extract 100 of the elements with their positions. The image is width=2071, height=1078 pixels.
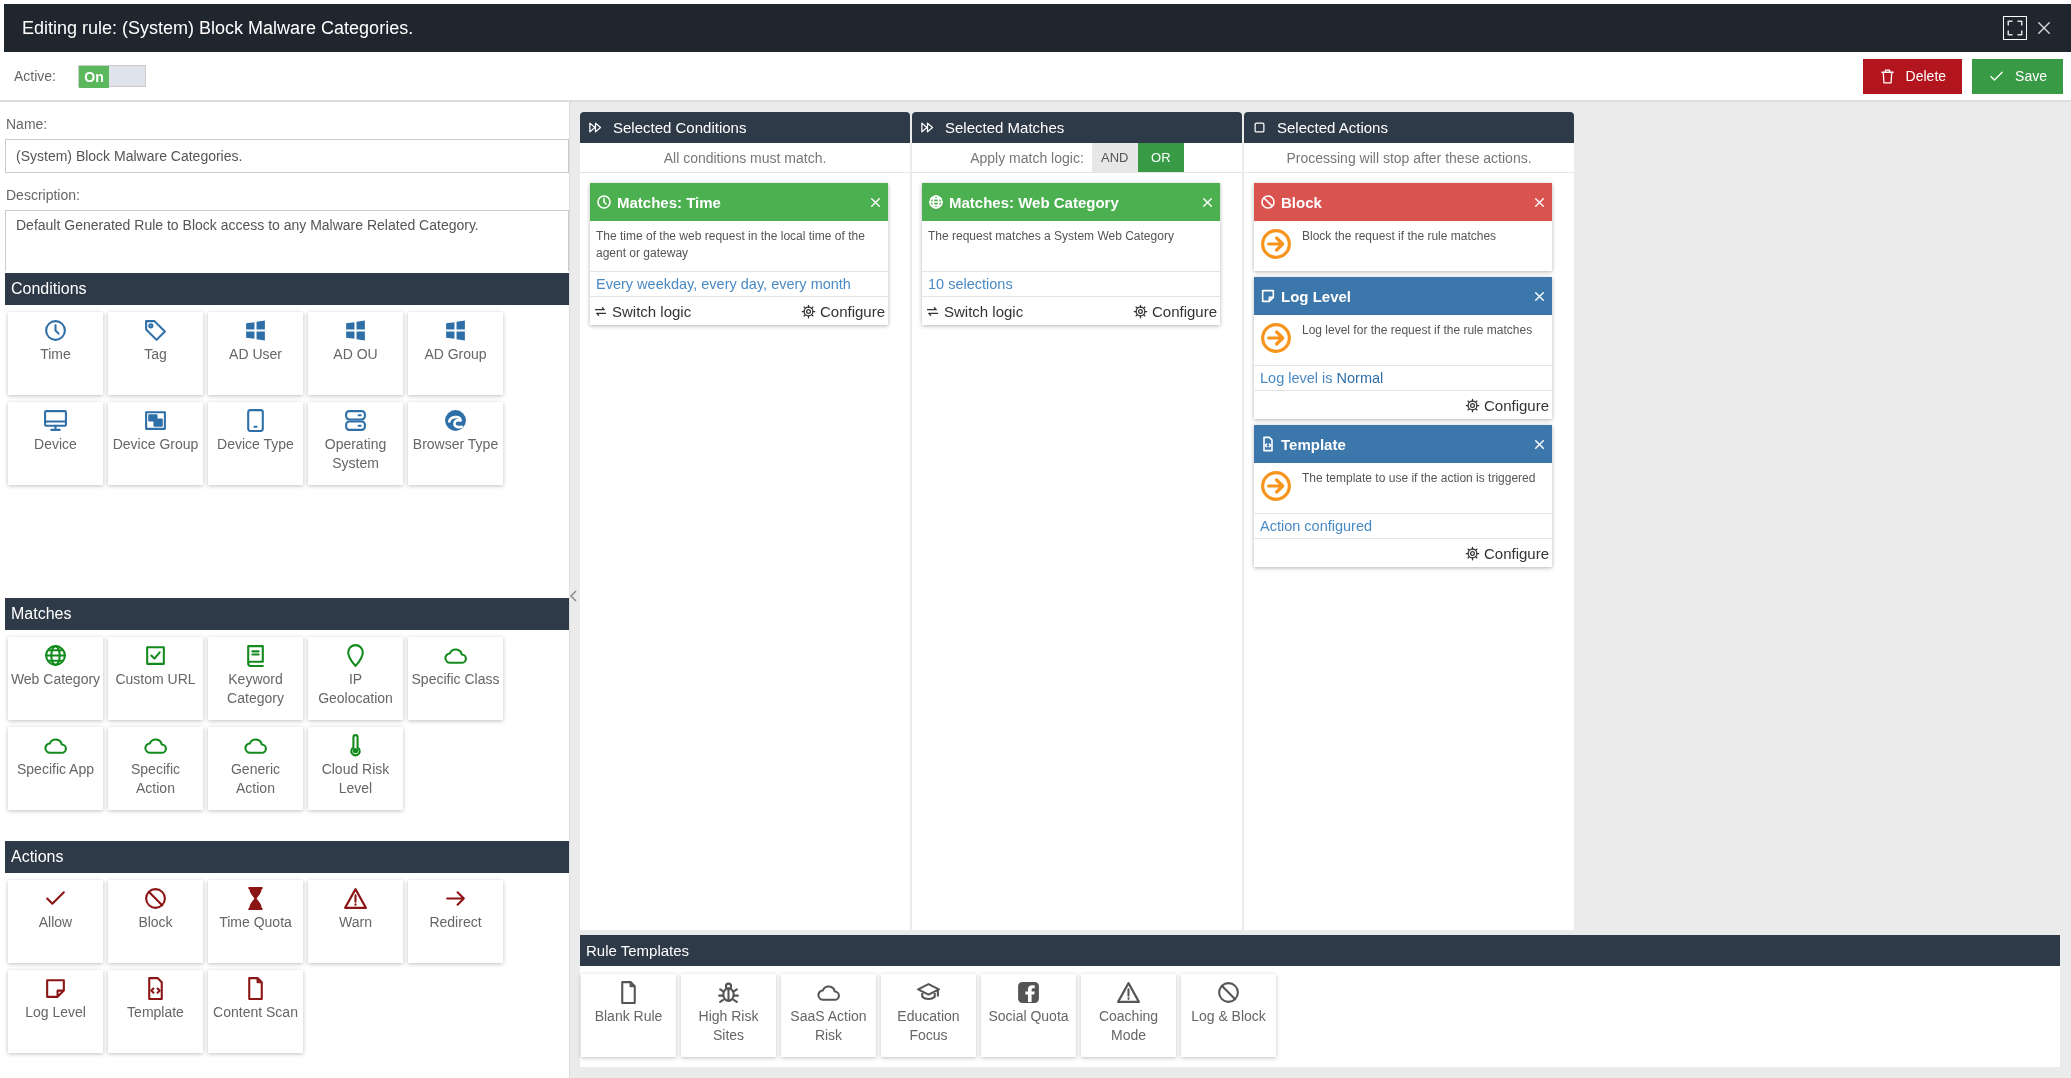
rule-preset-tile[interactable]: Log & Block: [1181, 974, 1276, 1057]
palette-tile[interactable]: AD OU: [308, 312, 403, 395]
settings-icon: [800, 303, 816, 319]
palette-tile[interactable]: Device: [8, 402, 103, 485]
prohibited-icon: [143, 886, 168, 911]
note-icon: [43, 976, 68, 1001]
palette-tile[interactable]: Redirect: [408, 880, 503, 963]
switch-logic-button[interactable]: Switch logic: [593, 302, 692, 320]
fullscreen-icon: [2006, 19, 2024, 37]
palette-tile[interactable]: Tag: [108, 312, 203, 395]
configure-button[interactable]: Configure: [1464, 544, 1549, 562]
section-header: Rule Templates: [580, 935, 2060, 966]
card-summary[interactable]: Action configured: [1254, 513, 1552, 538]
palette-tile[interactable]: Browser Type: [408, 402, 503, 485]
palette-tile[interactable]: Cloud Risk Level: [308, 727, 403, 810]
close-icon: [1533, 195, 1546, 209]
column-title: Selected Conditions: [613, 119, 747, 136]
section-header: Conditions: [5, 273, 569, 305]
configure-button[interactable]: Configure: [800, 302, 885, 320]
configure-button[interactable]: Configure: [1132, 302, 1217, 320]
palette-tile[interactable]: Warn: [308, 880, 403, 963]
palette-tile[interactable]: Specific Class: [408, 637, 503, 720]
close-icon: [1533, 437, 1546, 451]
palette-tile[interactable]: AD Group: [408, 312, 503, 395]
palette-tile[interactable]: Device Group: [108, 402, 203, 485]
name-field[interactable]: (System) Block Malware Categories.: [5, 139, 569, 173]
checkbox-icon: [143, 643, 168, 668]
palette-tile[interactable]: Operating System: [308, 402, 403, 485]
palette-tile[interactable]: Time Quota: [208, 880, 303, 963]
rule-preset-tile[interactable]: SaaS Action Risk: [781, 974, 876, 1057]
four-panes-icon: [243, 318, 268, 343]
column-subtitle: Processing will stop after these actions.: [1286, 149, 1532, 166]
tag-icon: [143, 318, 168, 343]
palette-tile[interactable]: Specific App: [8, 727, 103, 810]
palette-tile[interactable]: Template: [108, 970, 203, 1053]
column-title: Selected Actions: [1277, 119, 1388, 136]
close-button[interactable]: [2035, 19, 2053, 37]
delete-button[interactable]: Delete: [1862, 58, 1963, 94]
name-label: Name:: [6, 116, 49, 132]
server-icon: [343, 408, 368, 433]
palette-tile[interactable]: Time: [8, 312, 103, 395]
settings-icon: [1464, 397, 1480, 413]
description-field[interactable]: Default Generated Rule to Block access to any Malware Related Category.: [5, 210, 569, 271]
section-header: Matches: [5, 598, 569, 630]
card-summary[interactable]: Every weekday, every day, every month: [590, 271, 888, 296]
palette-tile[interactable]: Log Level: [8, 970, 103, 1053]
palette-tile[interactable]: Device Type: [208, 402, 303, 485]
palette-tile[interactable]: Web Category: [8, 637, 103, 720]
card-description: Log level for the request if the rule matches: [1302, 322, 1533, 339]
bug-icon: [716, 980, 741, 1005]
card-summary[interactable]: 10 selections: [922, 271, 1220, 296]
palette-tile[interactable]: AD User: [208, 312, 303, 395]
description-label: Description:: [6, 187, 81, 203]
warning-icon: [1116, 980, 1141, 1005]
monitor-icon: [43, 408, 68, 433]
configure-button[interactable]: Configure: [1464, 396, 1549, 414]
fullscreen-button[interactable]: [2003, 16, 2027, 40]
palette-tile[interactable]: Specific Action: [108, 727, 203, 810]
code-file-icon: [1260, 436, 1276, 452]
active-label: Active:: [14, 68, 56, 84]
rule-preset-tile[interactable]: Blank Rule: [581, 974, 676, 1057]
fast-forward-icon: [920, 120, 935, 135]
column-subtitle: All conditions must match.: [663, 149, 827, 166]
palette-tile[interactable]: Generic Action: [208, 727, 303, 810]
swirl-icon: [443, 408, 468, 433]
warning-icon: [343, 886, 368, 911]
switch-logic-button[interactable]: Switch logic: [925, 302, 1024, 320]
prohibited-icon: [1260, 194, 1276, 210]
card-title: Log Level: [1281, 287, 1352, 305]
rule-preset-tile[interactable]: Social Quota: [981, 974, 1076, 1057]
save-button[interactable]: Save: [1972, 58, 2063, 94]
trash-icon: [1878, 67, 1896, 85]
card-title: Template: [1281, 435, 1347, 453]
rule-preset-tile[interactable]: Education Focus: [881, 974, 976, 1057]
collapse-handle-icon[interactable]: [570, 590, 577, 602]
four-panes-icon: [343, 318, 368, 343]
card-title: Matches: Web Category: [949, 193, 1120, 211]
close-icon: [869, 195, 882, 209]
card-description: The time of the web request in the local time of the agent or gateway: [596, 228, 866, 262]
logic-option[interactable]: AND: [1091, 143, 1138, 172]
rule-preset-tile[interactable]: High Risk Sites: [681, 974, 776, 1057]
clock-icon: [43, 318, 68, 343]
logic-label: Apply match logic:: [970, 149, 1084, 166]
card-summary[interactable]: Log level is Normal: [1254, 365, 1552, 390]
rule-preset-tile[interactable]: Coaching Mode: [1081, 974, 1176, 1057]
square-icon: [1252, 120, 1267, 135]
prohibited-icon: [1216, 980, 1241, 1005]
palette-tile[interactable]: Keyword Category: [208, 637, 303, 720]
settings-icon: [1464, 545, 1480, 561]
card-title: Block: [1281, 193, 1323, 211]
palette-tile[interactable]: Content Scan: [208, 970, 303, 1053]
palette-tile[interactable]: Block: [108, 880, 203, 963]
logic-option[interactable]: OR: [1137, 143, 1184, 172]
palette-tile[interactable]: IP Geolocation: [308, 637, 403, 720]
palette-tile[interactable]: Custom URL: [108, 637, 203, 720]
palette-tile[interactable]: Allow: [8, 880, 103, 963]
card-title: Matches: Time: [617, 193, 722, 211]
close-icon: [2035, 19, 2053, 37]
fast-forward-icon: [588, 120, 603, 135]
settings-icon: [1132, 303, 1148, 319]
